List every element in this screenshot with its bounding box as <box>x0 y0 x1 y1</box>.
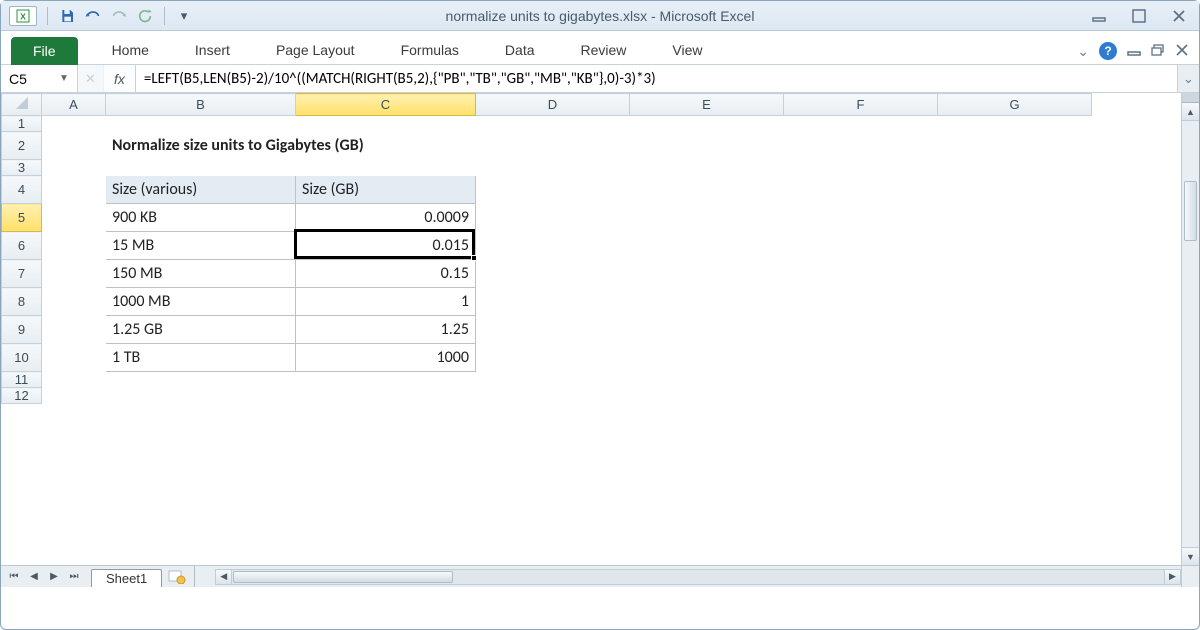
table-row[interactable]: 900 KB <box>106 204 296 232</box>
file-tab[interactable]: File <box>11 37 78 65</box>
row-header-6[interactable]: 6 <box>2 232 42 260</box>
tab-nav-last-icon[interactable]: ⏭ <box>65 569 83 585</box>
col-header-c[interactable]: C <box>296 94 476 116</box>
select-all-corner[interactable] <box>2 94 42 116</box>
sheet-tab-bar: ⏮ ◀ ▶ ⏭ Sheet1 ◀ ▶ <box>1 565 1199 587</box>
cancel-formula-icon[interactable]: ✕ <box>78 65 104 92</box>
row-header-7[interactable]: 7 <box>2 260 42 288</box>
row-header-5[interactable]: 5 <box>2 204 42 232</box>
tab-data[interactable]: Data <box>487 36 553 64</box>
help-icon[interactable]: ? <box>1099 42 1117 60</box>
table-header-size-various[interactable]: Size (various) <box>106 176 296 204</box>
table-row[interactable]: 150 MB <box>106 260 296 288</box>
formula-input[interactable] <box>136 65 1177 92</box>
wb-restore-icon[interactable] <box>1151 44 1165 59</box>
col-header-b[interactable]: B <box>106 94 296 116</box>
redo-icon[interactable] <box>108 5 130 27</box>
col-header-f[interactable]: F <box>784 94 938 116</box>
save-icon[interactable] <box>56 5 78 27</box>
close-button[interactable] <box>1167 7 1191 25</box>
refresh-icon[interactable] <box>134 5 156 27</box>
name-box-dropdown-icon[interactable]: ▼ <box>55 73 73 84</box>
customize-qat-dropdown-icon[interactable]: ▾ <box>173 5 195 27</box>
scroll-up-icon[interactable]: ▲ <box>1182 103 1199 121</box>
spreadsheet-grid[interactable]: A B C D E F G 1 2 Normalize size units t… <box>1 93 1092 404</box>
name-box[interactable] <box>5 69 55 89</box>
row-header-10[interactable]: 10 <box>2 344 42 372</box>
row-header-8[interactable]: 8 <box>2 288 42 316</box>
col-header-a[interactable]: A <box>42 94 106 116</box>
vertical-scrollbar[interactable]: ▲ ▼ <box>1181 93 1199 565</box>
table-row[interactable]: 0.0009 <box>296 204 476 232</box>
table-row[interactable]: 1 TB <box>106 344 296 372</box>
window-title: normalize units to gigabytes.xlsx - Micr… <box>446 8 755 24</box>
table-row[interactable]: 1.25 <box>296 316 476 344</box>
table-row[interactable]: 1 <box>296 288 476 316</box>
wb-close-icon[interactable] <box>1175 44 1189 59</box>
minimize-button[interactable] <box>1087 7 1111 25</box>
svg-text:X: X <box>20 11 26 21</box>
tab-review[interactable]: Review <box>563 36 645 64</box>
table-row[interactable]: 1.25 GB <box>106 316 296 344</box>
scroll-right-icon[interactable]: ▶ <box>1164 570 1180 584</box>
table-row[interactable]: 0.15 <box>296 260 476 288</box>
vertical-split-handle[interactable] <box>1182 93 1199 103</box>
row-header-12[interactable]: 12 <box>2 388 42 404</box>
horizontal-scrollbar[interactable]: ◀ ▶ <box>215 569 1181 585</box>
tab-nav-first-icon[interactable]: ⏮ <box>5 569 23 585</box>
table-row[interactable]: 1000 <box>296 344 476 372</box>
table-header-size-gb[interactable]: Size (GB) <box>296 176 476 204</box>
tab-home[interactable]: Home <box>94 36 167 64</box>
excel-app-icon[interactable]: X <box>9 6 37 26</box>
col-header-e[interactable]: E <box>630 94 784 116</box>
quick-access-toolbar: ▾ <box>43 5 195 27</box>
tab-insert[interactable]: Insert <box>177 36 248 64</box>
worksheet-area[interactable]: A B C D E F G 1 2 Normalize size units t… <box>1 93 1199 587</box>
new-sheet-icon[interactable] <box>166 569 188 585</box>
scroll-left-icon[interactable]: ◀ <box>216 570 232 584</box>
tab-formulas[interactable]: Formulas <box>383 36 477 64</box>
vertical-scroll-thumb[interactable] <box>1184 181 1197 241</box>
row-header-11[interactable]: 11 <box>2 372 42 388</box>
row-header-3[interactable]: 3 <box>2 160 42 176</box>
col-header-d[interactable]: D <box>476 94 630 116</box>
title-bar: X ▾ normalize units to gigabytes.xlsx - … <box>1 1 1199 31</box>
tab-view[interactable]: View <box>654 36 720 64</box>
row-header-4[interactable]: 4 <box>2 176 42 204</box>
wb-minimize-icon[interactable] <box>1127 44 1141 59</box>
row-header-9[interactable]: 9 <box>2 316 42 344</box>
maximize-button[interactable] <box>1127 7 1151 25</box>
row-header-2[interactable]: 2 <box>2 132 42 160</box>
undo-icon[interactable] <box>82 5 104 27</box>
fx-label[interactable]: fx <box>104 65 136 92</box>
horizontal-scroll-thumb[interactable] <box>233 571 453 583</box>
table-row[interactable]: 0.015 <box>296 232 476 260</box>
content-title[interactable]: Normalize size units to Gigabytes (GB) <box>106 132 784 160</box>
row-header-1[interactable]: 1 <box>2 116 42 132</box>
sheet-tab-sheet1[interactable]: Sheet1 <box>91 569 162 587</box>
col-header-g[interactable]: G <box>938 94 1092 116</box>
scroll-down-icon[interactable]: ▼ <box>1182 547 1199 565</box>
ribbon-min-arrow-icon[interactable]: ⌄ <box>1077 43 1089 60</box>
tab-nav-next-icon[interactable]: ▶ <box>45 569 63 585</box>
formula-bar: ▼ ✕ fx ⌄ <box>1 65 1199 93</box>
tab-nav-prev-icon[interactable]: ◀ <box>25 569 43 585</box>
table-row[interactable]: 15 MB <box>106 232 296 260</box>
ribbon: File Home Insert Page Layout Formulas Da… <box>1 31 1199 65</box>
table-row[interactable]: 1000 MB <box>106 288 296 316</box>
expand-formula-bar-icon[interactable]: ⌄ <box>1177 65 1199 92</box>
tab-page-layout[interactable]: Page Layout <box>258 36 373 64</box>
